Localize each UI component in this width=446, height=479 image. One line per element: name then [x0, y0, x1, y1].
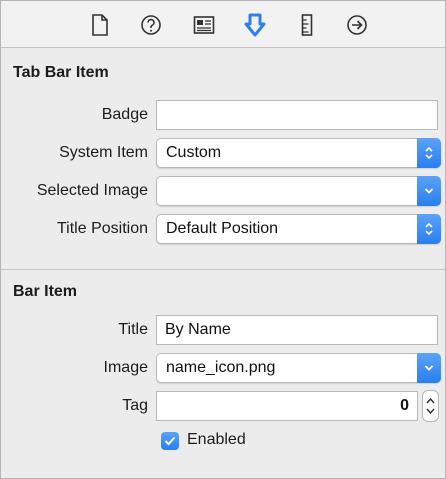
attributes-icon[interactable]	[242, 12, 268, 38]
file-icon[interactable]	[87, 12, 113, 38]
badge-label: Badge	[101, 106, 148, 123]
image-combo[interactable]: name_icon.png	[156, 353, 441, 383]
section-divider	[1, 269, 445, 270]
system-item-value: Custom	[166, 144, 222, 161]
identity-icon[interactable]	[191, 12, 217, 38]
chevron-down-icon	[417, 353, 441, 383]
size-icon[interactable]	[294, 12, 320, 38]
connections-icon[interactable]	[344, 12, 370, 38]
enabled-label: Enabled	[187, 431, 246, 448]
image-value: name_icon.png	[166, 359, 276, 376]
title-field[interactable]: By Name	[156, 315, 438, 345]
checkmark-icon	[164, 436, 176, 446]
up-down-chevron-icon	[417, 214, 441, 244]
image-label: Image	[103, 359, 148, 376]
help-icon[interactable]	[138, 12, 164, 38]
section-title-tab-bar-item: Tab Bar Item	[13, 64, 109, 81]
inspector-toolbar	[1, 1, 445, 48]
tag-field[interactable]: 0	[156, 391, 418, 421]
title-position-popup[interactable]: Default Position	[156, 214, 441, 244]
attributes-inspector: Tab Bar Item Badge System Item Custom Se…	[0, 0, 446, 479]
section-title-bar-item: Bar Item	[13, 283, 78, 300]
enabled-checkbox[interactable]	[161, 432, 179, 450]
title-label: Title	[118, 321, 148, 338]
title-position-label: Title Position	[57, 220, 148, 237]
chevron-down-icon	[417, 176, 441, 206]
selected-image-label: Selected Image	[36, 182, 148, 199]
tag-label: Tag	[122, 397, 148, 414]
selected-image-combo[interactable]	[156, 176, 441, 206]
tag-stepper[interactable]	[422, 390, 439, 422]
stepper-arrows-icon	[426, 397, 435, 415]
system-item-popup[interactable]: Custom	[156, 138, 441, 168]
up-down-chevron-icon	[417, 138, 441, 168]
badge-field[interactable]	[156, 100, 438, 130]
system-item-label: System Item	[59, 144, 148, 161]
title-position-value: Default Position	[166, 220, 279, 237]
